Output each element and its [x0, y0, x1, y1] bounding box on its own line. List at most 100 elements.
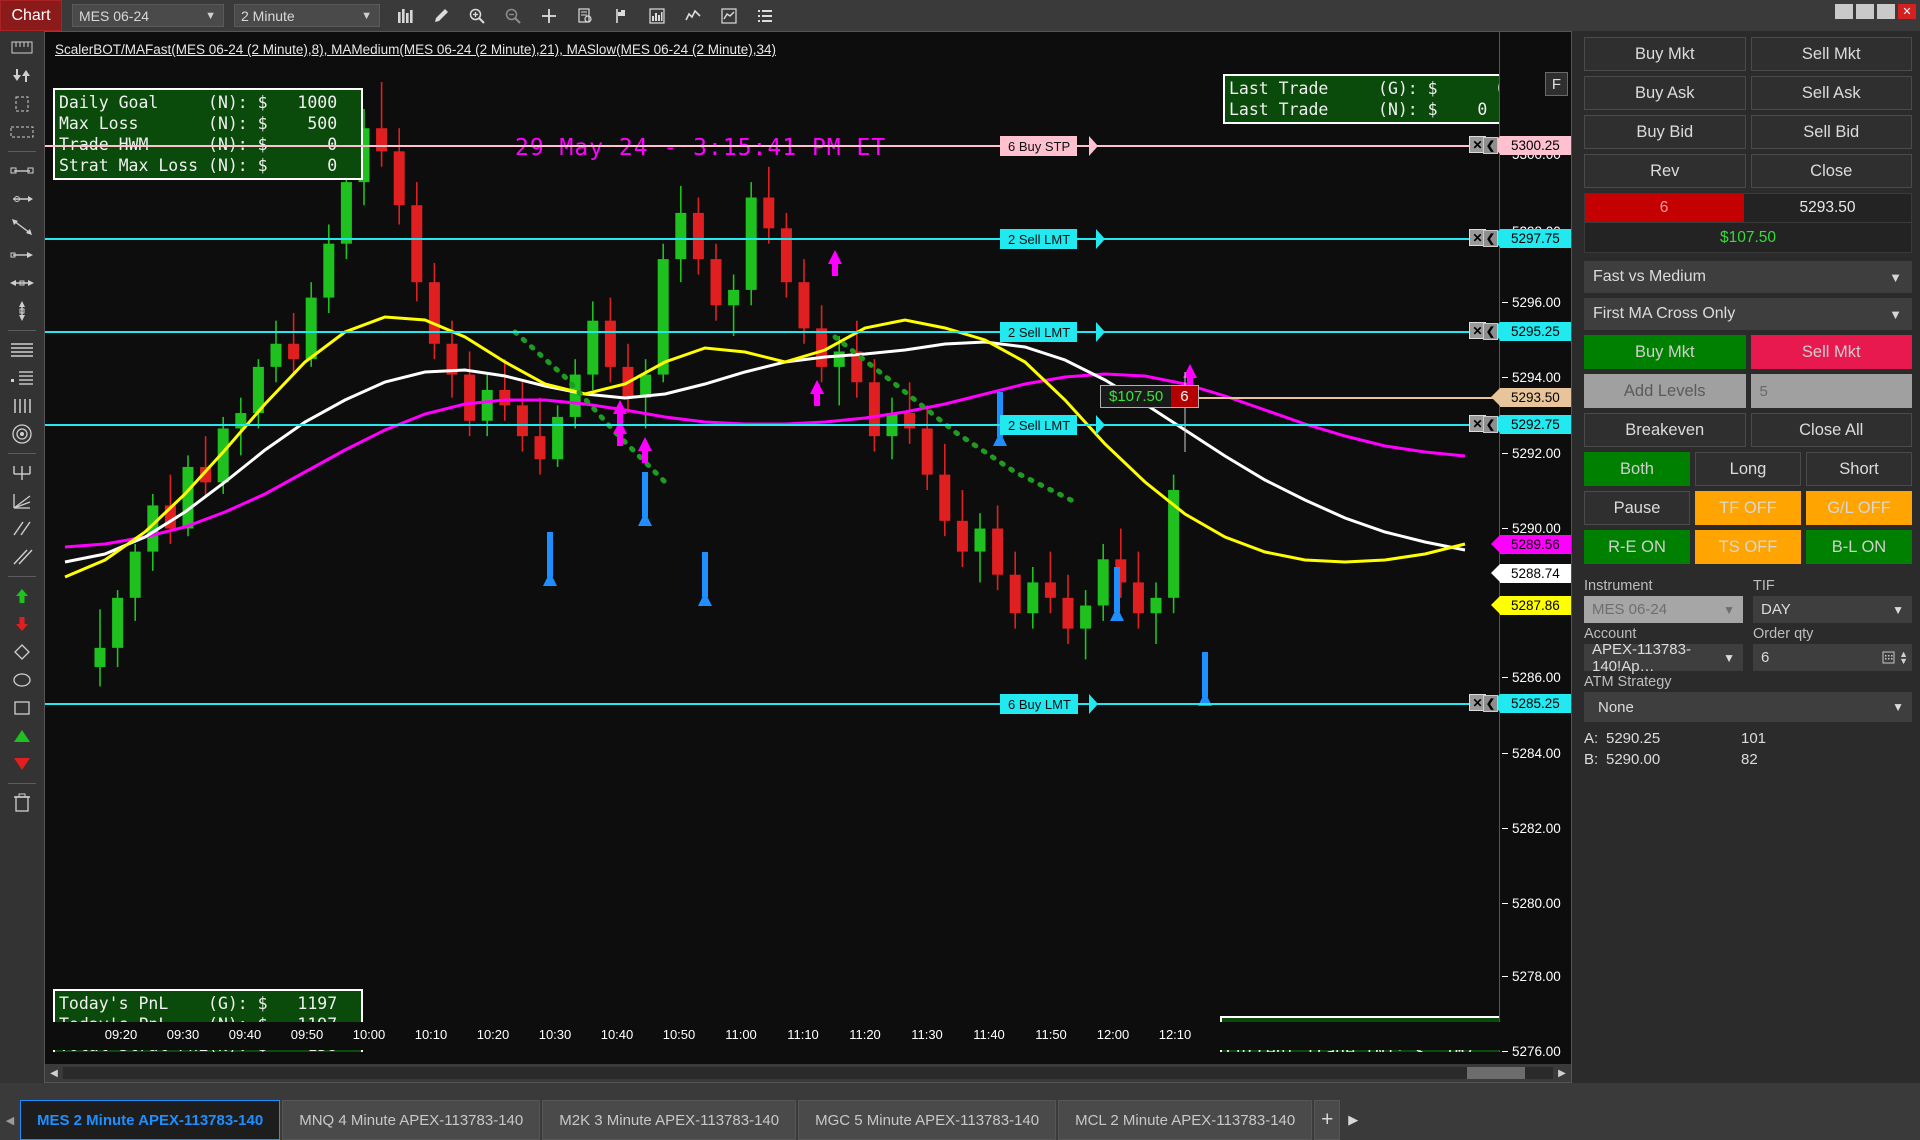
sell-ask-button[interactable]: Sell Ask	[1750, 76, 1912, 110]
price-tag[interactable]: 5287.86	[1491, 596, 1571, 615]
list-icon[interactable]	[754, 5, 776, 27]
tf-toggle-button[interactable]: TF OFF	[1695, 491, 1801, 525]
close-icon[interactable]: ✕	[1898, 4, 1916, 19]
extended-line-icon[interactable]	[7, 272, 37, 294]
direction-both-button[interactable]: Both	[1584, 452, 1690, 486]
order-axis-handle[interactable]: ❮	[1483, 416, 1498, 433]
rectangle-icon[interactable]	[7, 697, 37, 719]
price-tag[interactable]: 5300.25	[1491, 136, 1571, 155]
price-tag[interactable]: 5289.56	[1491, 535, 1571, 554]
order-label[interactable]: 6 Buy LMT	[1000, 694, 1078, 714]
restore-icon[interactable]	[1835, 4, 1853, 19]
pitchfork-icon[interactable]	[7, 462, 37, 484]
price-tag[interactable]: 5288.74	[1491, 564, 1571, 583]
strategy-sell-mkt-button[interactable]: Sell Mkt	[1750, 335, 1912, 369]
workspace-tab[interactable]: MGC 5 Minute APEX-113783-140	[798, 1100, 1057, 1140]
order-axis-handle[interactable]: ❮	[1483, 323, 1498, 340]
scroll-left-icon[interactable]: ◀	[45, 1064, 63, 1082]
order-axis-handle[interactable]: ❮	[1483, 695, 1498, 712]
chart-panel[interactable]: ScalerBOT/MAFast(MES 06-24 (2 Minute),8)…	[44, 31, 1572, 1083]
rectangle-dashed-icon[interactable]	[7, 121, 37, 143]
flatten-button[interactable]: F	[1545, 72, 1568, 96]
order-axis-handle[interactable]: ❮	[1483, 230, 1498, 247]
pencil-icon[interactable]	[430, 5, 452, 27]
parallel-lines-icon[interactable]	[7, 518, 37, 540]
ellipse-icon[interactable]	[7, 669, 37, 691]
direction-long-button[interactable]: Long	[1695, 452, 1801, 486]
vertical-measure-icon[interactable]	[7, 300, 37, 322]
ts-toggle-button[interactable]: TS OFF	[1695, 530, 1801, 564]
instrument-field[interactable]: MES 06-24 ▼	[1584, 596, 1743, 623]
average-entry-price-line[interactable]	[1185, 397, 1500, 399]
price-tag[interactable]: 5293.50	[1491, 388, 1571, 407]
workspace-tab-active[interactable]: MES 2 Minute APEX-113783-140	[20, 1100, 281, 1140]
price-tag[interactable]: 5295.25	[1491, 322, 1571, 341]
bars-icon[interactable]	[394, 5, 416, 27]
order-axis-handle[interactable]: ❮	[1483, 137, 1498, 154]
price-tag[interactable]: 5285.25	[1491, 694, 1571, 713]
line-segment-icon[interactable]	[7, 160, 37, 182]
zoom-out-icon[interactable]	[502, 5, 524, 27]
close-all-button[interactable]: Close All	[1750, 413, 1912, 447]
entry-mode-select[interactable]: First MA Cross Only ▼	[1584, 298, 1912, 330]
triangle-up-icon[interactable]	[7, 725, 37, 747]
fib-fan-icon[interactable]	[7, 490, 37, 512]
arrows-updown-icon[interactable]	[7, 65, 37, 87]
order-line[interactable]	[45, 331, 1500, 333]
re-toggle-button[interactable]: R-E ON	[1584, 530, 1690, 564]
strategy-select[interactable]: Fast vs Medium ▼	[1584, 261, 1912, 293]
position-pnl-badge[interactable]: $107.50 6	[1100, 385, 1199, 408]
tab-scroll-left-icon[interactable]: ◀	[0, 1100, 20, 1140]
properties-icon[interactable]	[718, 5, 740, 27]
price-tag[interactable]: 5297.75	[1491, 229, 1571, 248]
crosshair-icon[interactable]	[538, 5, 560, 27]
arrow-up-icon[interactable]	[7, 585, 37, 607]
stepper-arrows-icon[interactable]: ▲ ▼	[1899, 649, 1908, 665]
flag-icon[interactable]	[610, 5, 632, 27]
order-label[interactable]: 6 Buy STP	[1000, 136, 1078, 156]
workspace-tab[interactable]: MNQ 4 Minute APEX-113783-140	[282, 1100, 541, 1140]
target-circle-icon[interactable]	[7, 423, 37, 445]
indicator-icon[interactable]	[682, 5, 704, 27]
trash-icon[interactable]	[7, 792, 37, 814]
sell-mkt-button[interactable]: Sell Mkt	[1750, 37, 1912, 71]
arrow-down-icon[interactable]	[7, 613, 37, 635]
scrollbar-track[interactable]	[63, 1067, 1553, 1079]
trend-channel-icon[interactable]	[7, 546, 37, 568]
instrument-selector[interactable]: MES 06-24 ▼	[72, 4, 224, 27]
buy-mkt-button[interactable]: Buy Mkt	[1584, 37, 1746, 71]
maximize-icon[interactable]	[1877, 4, 1895, 19]
sell-bid-button[interactable]: Sell Bid	[1750, 115, 1912, 149]
histogram-icon[interactable]	[646, 5, 668, 27]
atm-strategy-field[interactable]: None ▼	[1584, 692, 1912, 722]
diamond-icon[interactable]	[7, 641, 37, 663]
order-label[interactable]: 2 Sell LMT	[1000, 322, 1078, 342]
order-qty-field[interactable]: 6 ▲ ▼	[1753, 644, 1912, 671]
buy-bid-button[interactable]: Buy Bid	[1584, 115, 1746, 149]
chart-horizontal-scrollbar[interactable]: ◀ ▶	[45, 1064, 1571, 1082]
order-line[interactable]	[45, 145, 1500, 147]
workspace-tab[interactable]: MCL 2 Minute APEX-113783-140	[1058, 1100, 1313, 1140]
close-position-button[interactable]: Close	[1750, 154, 1912, 188]
breakeven-button[interactable]: Breakeven	[1584, 413, 1746, 447]
order-label[interactable]: 2 Sell LMT	[1000, 415, 1078, 435]
ray-icon[interactable]	[7, 188, 37, 210]
selection-dashed-icon[interactable]	[7, 93, 37, 115]
workspace-tab[interactable]: M2K 3 Minute APEX-113783-140	[542, 1100, 797, 1140]
add-levels-button[interactable]: Add Levels	[1584, 374, 1746, 408]
order-line[interactable]	[45, 424, 1500, 426]
price-axis[interactable]: 5300.005298.005296.005294.005292.005290.…	[1483, 32, 1571, 1059]
tab-scroll-right-icon[interactable]: ▶	[1340, 1100, 1366, 1140]
add-tab-button[interactable]: +	[1314, 1100, 1341, 1140]
minimize-icon[interactable]	[1856, 4, 1874, 19]
vertical-bars-icon[interactable]	[7, 395, 37, 417]
account-field[interactable]: APEX-113783-140!Ap… ▼	[1584, 641, 1743, 675]
strategy-buy-mkt-button[interactable]: Buy Mkt	[1584, 335, 1746, 369]
order-line[interactable]	[45, 238, 1500, 240]
buy-ask-button[interactable]: Buy Ask	[1584, 76, 1746, 110]
interval-selector[interactable]: 2 Minute ▼	[234, 4, 380, 27]
diagonal-line-icon[interactable]	[7, 216, 37, 238]
gl-toggle-button[interactable]: G/L OFF	[1806, 491, 1912, 525]
triangle-down-icon[interactable]	[7, 753, 37, 775]
bl-toggle-button[interactable]: B-L ON	[1806, 530, 1912, 564]
